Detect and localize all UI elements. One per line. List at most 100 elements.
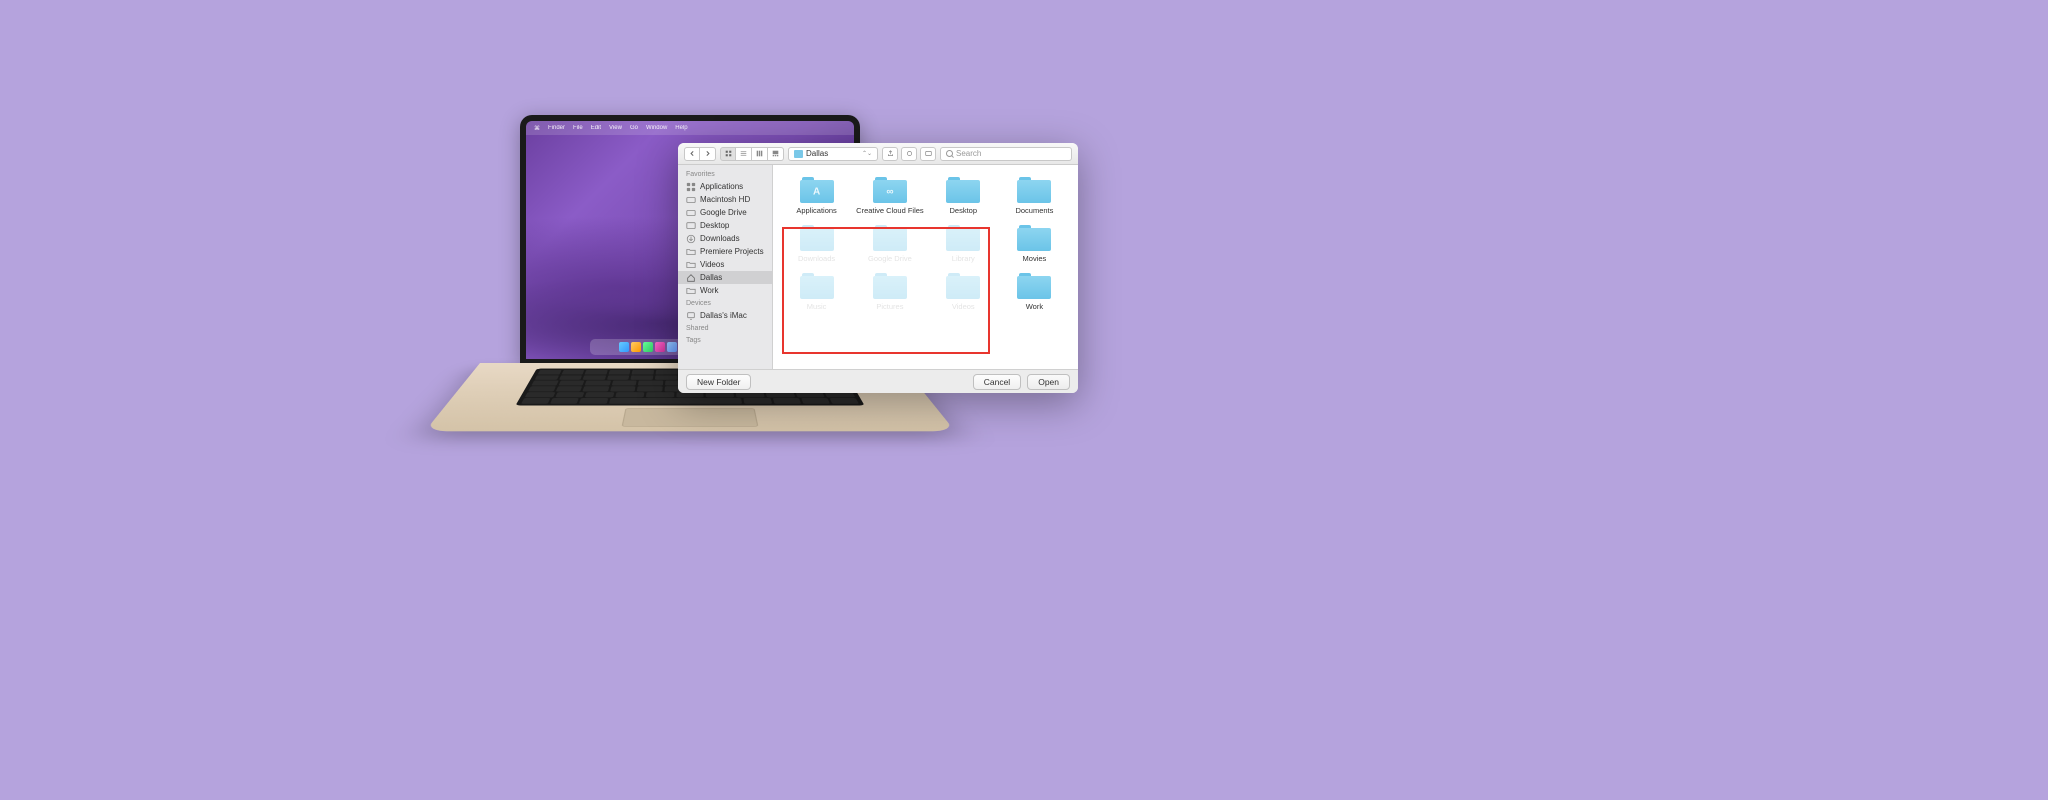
menubar-item: Help [675,125,687,131]
folder-label: Desktop [950,206,978,215]
folder-glyph-icon: ∞ [886,186,893,197]
sidebar-item-videos[interactable]: Videos [678,258,772,271]
folder-label: Music [807,302,827,311]
folder-icon [1017,177,1051,203]
new-folder-button[interactable]: New Folder [686,374,751,390]
sidebar-item-label: Work [700,286,719,295]
folder-label: Work [1026,302,1043,311]
icon-view-button[interactable] [720,147,736,161]
folder-item[interactable]: Movies [1001,223,1068,265]
desktop-icon [686,222,696,230]
actions-button[interactable] [920,147,936,161]
share-button[interactable] [882,147,898,161]
folder-item[interactable]: Google Drive [854,223,926,265]
folder-icon: A [800,177,834,203]
sidebar-item-google-drive[interactable]: Google Drive [678,206,772,219]
folder-icon [800,273,834,299]
dialog-body: Favorites Applications Macintosh HD Goog… [678,165,1078,369]
folder-item[interactable]: Desktop [930,175,997,217]
folder-icon [946,273,980,299]
menubar-item: Window [646,125,667,131]
folder-item[interactable]: Library [930,223,997,265]
dock-app-icon [655,342,665,352]
chevron-updown-icon: ⌃⌄ [862,150,872,157]
search-input[interactable]: Search [940,147,1072,161]
disk-icon [686,209,696,217]
dialog-footer: New Folder Cancel Open [678,369,1078,393]
menubar-item: Finder [548,125,565,131]
open-button[interactable]: Open [1027,374,1070,390]
sidebar-item-label: Applications [700,182,743,191]
sidebar-item-label: Videos [700,260,724,269]
forward-button[interactable] [700,147,716,161]
folder-item[interactable]: Pictures [854,271,926,313]
menubar-item: Edit [591,125,601,131]
folder-icon [686,248,696,256]
menubar-item: File [573,125,583,131]
folder-item[interactable]: Videos [930,271,997,313]
applications-icon [686,183,696,191]
folder-label: Videos [952,302,975,311]
disk-icon [686,196,696,204]
sidebar-item-label: Premiere Projects [700,247,764,256]
sidebar-item-work[interactable]: Work [678,284,772,297]
sidebar-item-dallas[interactable]: Dallas [678,271,772,284]
sidebar-section-header: Devices [678,297,772,309]
dialog-toolbar: Dallas ⌃⌄ Search [678,143,1078,165]
button-label: New Folder [697,377,740,387]
home-icon [686,274,696,282]
dock-app-icon [643,342,653,352]
folder-label: Documents [1015,206,1053,215]
gallery-view-button[interactable] [768,147,784,161]
notch [665,115,715,121]
sidebar-item-imac[interactable]: Dallas's iMac [678,309,772,322]
folder-label: Library [952,254,975,263]
button-label: Open [1038,377,1059,387]
list-view-button[interactable] [736,147,752,161]
tags-button[interactable] [901,147,917,161]
column-view-button[interactable] [752,147,768,161]
home-icon [794,150,803,158]
folder-grid: A Applications ∞Creative Cloud Files Deskto… [783,175,1068,313]
sidebar-item-macintosh-hd[interactable]: Macintosh HD [678,193,772,206]
sidebar-section-header: Favorites [678,168,772,180]
menubar-item: View [609,125,622,131]
sidebar-item-label: Dallas [700,273,722,282]
folder-content-area[interactable]: A Applications ∞Creative Cloud Files Deskto… [773,165,1078,369]
sidebar-item-desktop[interactable]: Desktop [678,219,772,232]
folder-label: Downloads [798,254,835,263]
cancel-button[interactable]: Cancel [973,374,1021,390]
folder-item[interactable]: ∞Creative Cloud Files [854,175,926,217]
finder-open-dialog: Dallas ⌃⌄ Search Favorites Applications … [678,143,1078,393]
sidebar-item-label: Desktop [700,221,729,230]
folder-item[interactable]: Music [783,271,850,313]
back-button[interactable] [684,147,700,161]
location-dropdown[interactable]: Dallas ⌃⌄ [788,147,878,161]
location-label: Dallas [806,149,828,158]
sidebar-item-applications[interactable]: Applications [678,180,772,193]
sidebar-item-downloads[interactable]: Downloads [678,232,772,245]
folder-label: Pictures [876,302,903,311]
folder-icon [873,273,907,299]
folder-icon [946,225,980,251]
folder-item[interactable]: A Applications [783,175,850,217]
macos-menubar: ⌘ Finder File Edit View Go Window Help [526,121,854,135]
folder-label: Applications [796,206,836,215]
sidebar: Favorites Applications Macintosh HD Goog… [678,165,773,369]
sidebar-item-label: Downloads [700,234,740,243]
trackpad [621,408,758,427]
search-icon [946,150,953,157]
sidebar-item-premiere-projects[interactable]: Premiere Projects [678,245,772,258]
folder-icon: ∞ [873,177,907,203]
folder-icon [1017,273,1051,299]
menubar-item: Go [630,125,638,131]
folder-label: Movies [1023,254,1047,263]
folder-label: Google Drive [868,254,912,263]
folder-item[interactable]: Downloads [783,223,850,265]
folder-item[interactable]: Documents [1001,175,1068,217]
search-placeholder: Search [956,149,981,158]
folder-item[interactable]: Work [1001,271,1068,313]
sidebar-section-header: Tags [678,334,772,346]
view-mode-buttons [720,147,784,161]
apple-menu-icon: ⌘ [534,125,540,132]
